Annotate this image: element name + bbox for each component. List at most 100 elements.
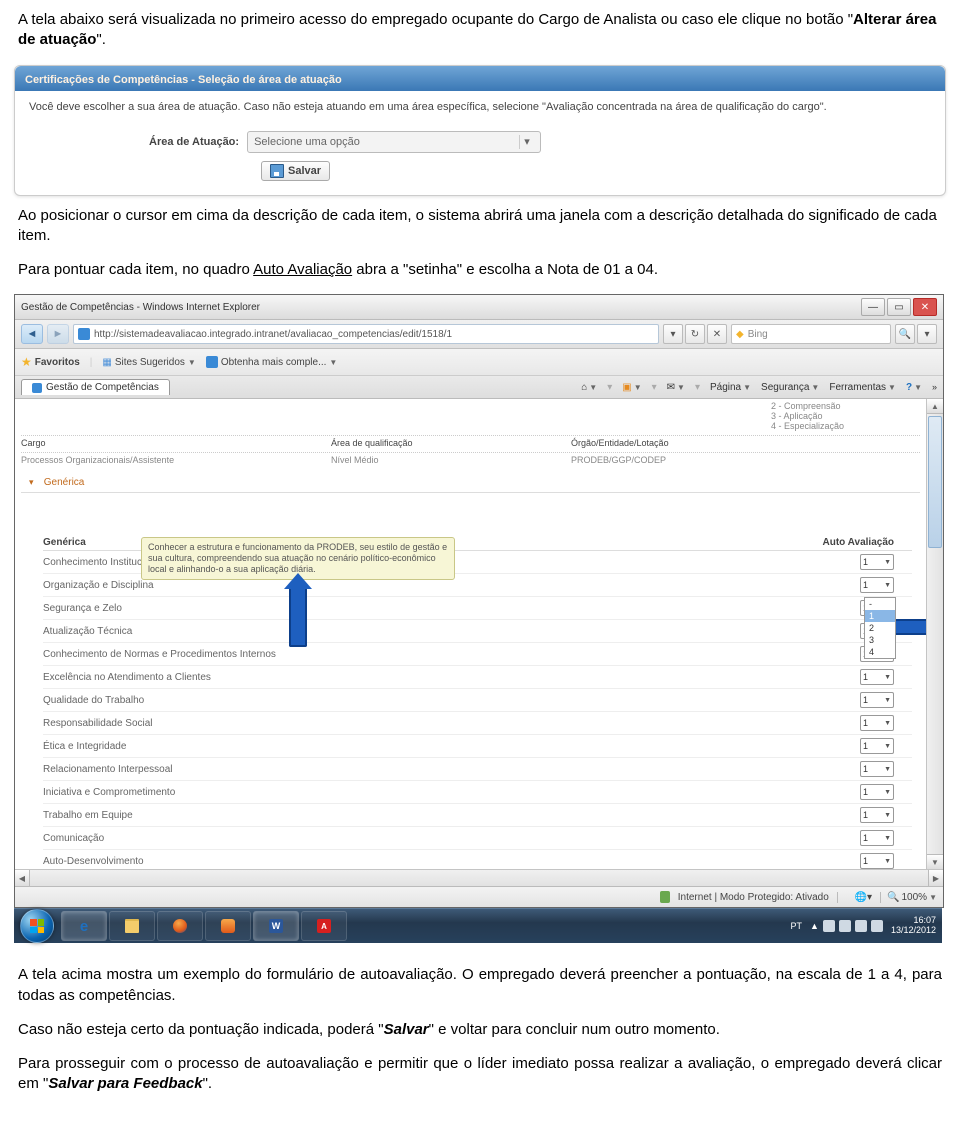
dropdown-option[interactable]: 1 xyxy=(865,610,895,622)
window-buttons: — ▭ ✕ xyxy=(861,298,937,316)
back-button[interactable]: ◄ xyxy=(21,324,43,344)
generica-row: Trabalho em Equipe 1▼ xyxy=(43,804,912,827)
auto-avaliacao-cell: 1▼ xyxy=(774,554,912,570)
refresh-icon[interactable]: ↻ xyxy=(685,324,705,344)
browser-title-text: Gestão de Competências - Windows Interne… xyxy=(21,302,260,313)
bottom-paragraph-1: A tela acima mostra um exemplo do formul… xyxy=(18,965,942,1006)
minimize-button[interactable]: — xyxy=(861,298,885,316)
taskbar-pdf[interactable]: A xyxy=(301,911,347,941)
auto-avaliacao-cell: 1▼ xyxy=(774,807,912,823)
vertical-scrollbar[interactable]: ▲ ▼ xyxy=(926,399,943,869)
stop-icon[interactable]: ✕ xyxy=(707,324,727,344)
zoom-control[interactable]: 🔍 100% ▼ xyxy=(880,892,937,903)
address-bar[interactable]: http://sistemadeavaliacao.integrado.intr… xyxy=(73,324,659,344)
feed-icon[interactable]: ▣▼ xyxy=(622,382,641,393)
auto-avaliacao-select[interactable]: 1▼ xyxy=(860,738,894,754)
save-button[interactable]: Salvar xyxy=(261,161,330,181)
auto-avaliacao-dropdown[interactable]: - 1 2 3 4 xyxy=(864,597,896,659)
auto-avaliacao-select[interactable]: 1▼ xyxy=(860,784,894,800)
auto-avaliacao-select[interactable]: 1▼ xyxy=(860,830,894,846)
zoom-icon: 🔍 xyxy=(887,892,899,903)
chevron-down-icon: ▼ xyxy=(884,720,891,727)
tray-up-icon[interactable]: ▲ xyxy=(810,921,819,931)
intro-section: A tela abaixo será visualizada no primei… xyxy=(0,0,960,51)
bing-icon: ◆ xyxy=(736,329,744,340)
auto-avaliacao-select[interactable]: 1▼ xyxy=(860,807,894,823)
mail-icon[interactable]: ✉▼ xyxy=(667,382,685,393)
addr-dropdown-icon[interactable]: ▾ xyxy=(663,324,683,344)
lang-indicator[interactable]: PT xyxy=(791,921,803,931)
dropdown-option[interactable]: 3 xyxy=(865,634,895,646)
search-input[interactable]: ◆ Bing xyxy=(731,324,891,344)
horizontal-scrollbar[interactable]: ◀ ▶ xyxy=(15,869,943,886)
tray-icon[interactable] xyxy=(839,920,851,932)
zoom-value: 100% xyxy=(902,892,928,903)
middle-text-section: Ao posicionar o cursor em cima da descri… xyxy=(0,196,960,281)
taskbar-word[interactable]: W xyxy=(253,911,299,941)
auto-avaliacao-select[interactable]: 1▼ xyxy=(860,853,894,869)
scroll-down-icon[interactable]: ▼ xyxy=(927,854,943,869)
info-header-row-1: 2 - Compreensão 3 - Aplicação 4 - Especi… xyxy=(21,399,920,436)
area-select[interactable]: Selecione uma opção ▾ xyxy=(247,131,541,153)
generica-row: Auto-Desenvolvimento1▼ xyxy=(43,850,912,869)
auto-avaliacao-select[interactable]: 1▼ xyxy=(860,577,894,593)
start-button[interactable] xyxy=(20,909,54,943)
sites-sugeridos-link[interactable]: ▦ Sites Sugeridos ▼ xyxy=(102,357,195,368)
taskbar-ie[interactable]: e xyxy=(61,911,107,941)
scroll-left-icon[interactable]: ◀ xyxy=(15,870,30,886)
bottom-text-section: A tela acima mostra um exemplo do formul… xyxy=(0,955,960,1094)
generica-item-label: Trabalho em Equipe xyxy=(43,810,774,821)
search-dd-icon[interactable]: ▾ xyxy=(917,324,937,344)
generica-item-label: Ética e Integridade xyxy=(43,741,774,752)
generica-item-label: Segurança e Zelo xyxy=(43,603,774,614)
taskbar-firefox[interactable] xyxy=(157,911,203,941)
dropdown-option[interactable]: 4 xyxy=(865,646,895,658)
accordion: Genérica Conhecer a estrutura e funciona… xyxy=(21,473,920,869)
middle-paragraph-2: Para pontuar cada item, no quadro Auto A… xyxy=(18,260,942,280)
favorites-button[interactable]: ★ Favoritos xyxy=(21,355,80,369)
generica-row: Comunicação1▼ xyxy=(43,827,912,850)
forward-button[interactable]: ► xyxy=(47,324,69,344)
star-icon: ★ xyxy=(21,355,32,369)
scroll-right-icon[interactable]: ▶ xyxy=(928,870,943,886)
accordion-generica[interactable]: Genérica xyxy=(21,473,920,493)
browser-titlebar: Gestão de Competências - Windows Interne… xyxy=(15,295,943,320)
page-content: 2 - Compreensão 3 - Aplicação 4 - Especi… xyxy=(15,399,943,869)
info-header-row-2: Cargo Área de qualificação Órgão/Entidad… xyxy=(21,436,920,453)
scroll-thumb[interactable] xyxy=(928,416,942,548)
clock[interactable]: 16:07 13/12/2012 xyxy=(891,916,936,936)
bottom-paragraph-3: Para prosseguir com o processo de autoav… xyxy=(18,1054,942,1095)
network-icon[interactable] xyxy=(855,920,867,932)
maximize-button[interactable]: ▭ xyxy=(887,298,911,316)
browser-window: Gestão de Competências - Windows Interne… xyxy=(14,294,944,908)
auto-avaliacao-select[interactable]: 1▼ xyxy=(860,761,894,777)
dropdown-option[interactable]: 2 xyxy=(865,622,895,634)
tray-icon[interactable] xyxy=(823,920,835,932)
close-button[interactable]: ✕ xyxy=(913,298,937,316)
obtenha-mais-link[interactable]: Obtenha mais comple... ▼ xyxy=(206,356,338,368)
tab-gestao[interactable]: Gestão de Competências xyxy=(21,379,170,395)
taskbar-wmp[interactable] xyxy=(205,911,251,941)
ferramentas-menu[interactable]: Ferramentas▼ xyxy=(829,382,896,393)
panel-body: Você deve escolher a sua área de atuação… xyxy=(15,91,945,195)
volume-icon[interactable] xyxy=(871,920,883,932)
auto-avaliacao-select[interactable]: 1▼ xyxy=(860,669,894,685)
home-icon[interactable]: ⌂▼ xyxy=(581,382,597,393)
chevron-down-icon xyxy=(29,477,37,488)
chevron-down-icon: ▼ xyxy=(884,697,891,704)
pagina-menu[interactable]: Página▼ xyxy=(710,382,751,393)
chevron-down-icon: ▼ xyxy=(188,358,196,367)
auto-avaliacao-select[interactable]: 1▼ xyxy=(860,692,894,708)
auto-avaliacao-select[interactable]: 1▼ xyxy=(860,715,894,731)
search-go-icon[interactable]: 🔍 xyxy=(895,324,915,344)
windows-logo-icon xyxy=(30,919,44,933)
auto-avaliacao-select[interactable]: 1▼ xyxy=(860,554,894,570)
help-icon[interactable]: ?▼ xyxy=(906,382,922,393)
taskbar-explorer[interactable] xyxy=(109,911,155,941)
dropdown-option[interactable]: - xyxy=(865,598,895,610)
floppy-icon xyxy=(270,164,284,178)
panel-title: Certificações de Competências - Seleção … xyxy=(25,74,342,86)
chevron-down-icon: ▼ xyxy=(884,559,891,566)
seguranca-menu[interactable]: Segurança▼ xyxy=(761,382,819,393)
scroll-up-icon[interactable]: ▲ xyxy=(927,399,943,414)
